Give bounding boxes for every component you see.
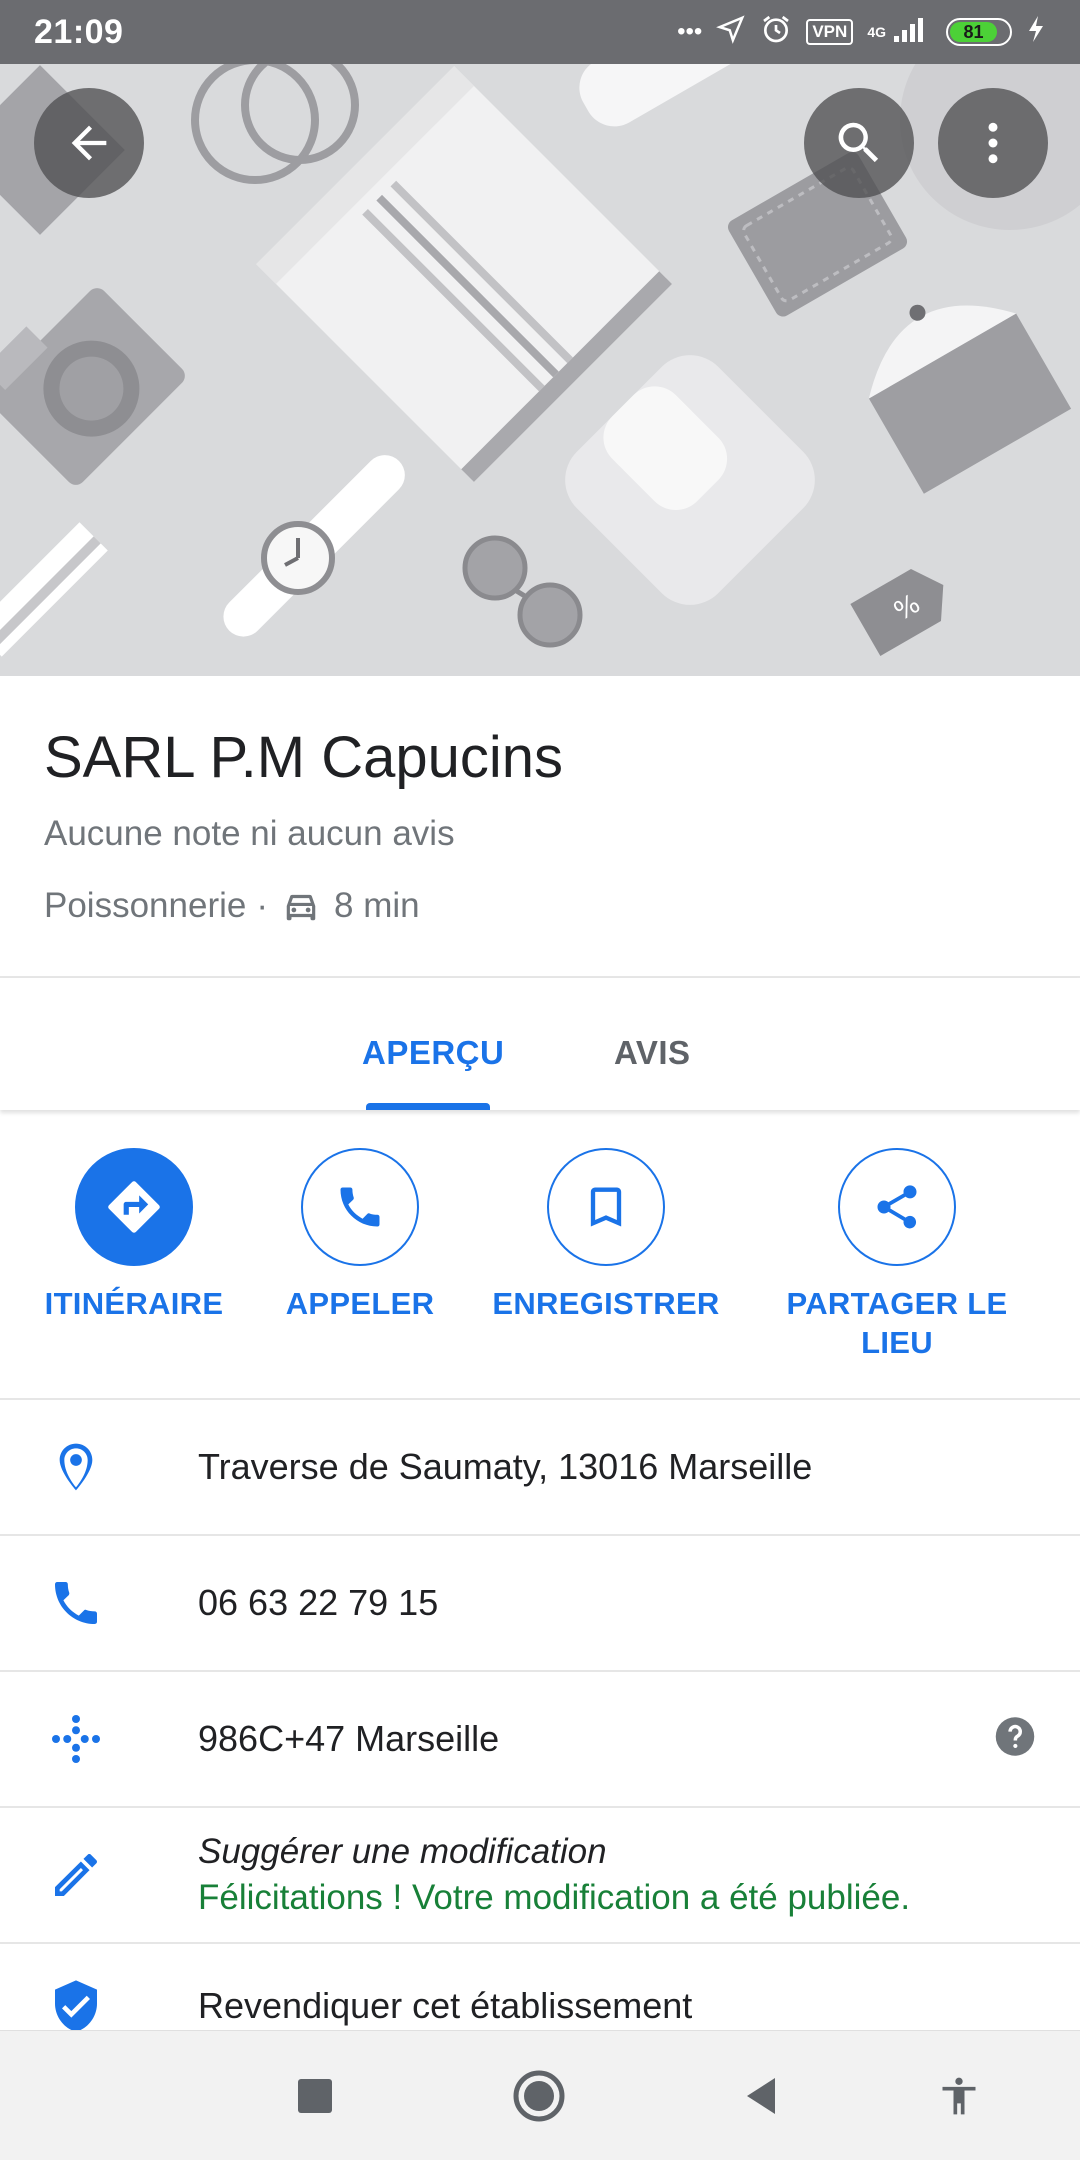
place-title: SARL P.M Capucins — [44, 725, 564, 790]
status-bar: 21:09 ••• VPN 4G 81 — [0, 0, 1080, 64]
tab-bar: APERÇU AVIS — [0, 978, 1080, 1110]
tab-apercu[interactable]: APERÇU — [362, 1034, 504, 1072]
suggest-success: Félicitations ! Votre modification a été… — [198, 1878, 911, 1917]
share-circle — [838, 1148, 956, 1266]
signal-icon — [892, 14, 932, 51]
recents-button[interactable] — [284, 2065, 346, 2127]
suggest-edit-row[interactable]: Suggérer une modification Félicitations … — [0, 1808, 1080, 1942]
placeholder-illustration: % — [0, 0, 1080, 676]
search-icon — [838, 122, 879, 163]
share-button[interactable]: PARTAGER LE LIEU — [772, 1148, 1022, 1362]
battery-level: 81 — [963, 21, 984, 42]
suggest-title: Suggérer une modification — [198, 1832, 607, 1871]
verified-shield-icon — [44, 1974, 108, 2030]
search-button[interactable] — [804, 88, 914, 198]
back-arrow-icon — [71, 125, 107, 161]
status-icons: ••• VPN 4G 81 — [677, 13, 1046, 52]
save-circle — [547, 1148, 665, 1266]
location-arrow-icon — [716, 14, 746, 51]
directions-label: ITINÉRAIRE — [44, 1286, 224, 1321]
more-vert-icon — [988, 122, 998, 164]
plus-code-text: 986C+47 Marseille — [198, 1718, 500, 1759]
share-icon — [877, 1185, 917, 1229]
home-button[interactable] — [508, 2065, 570, 2127]
suggest-text-block: Suggérer une modification Félicitations … — [198, 1832, 910, 1918]
back-button[interactable] — [34, 88, 144, 198]
phone-row[interactable]: 06 63 22 79 15 — [0, 1536, 1080, 1670]
system-nav-bar — [0, 2030, 1080, 2160]
address-text: Traverse de Saumaty, 13016 Marseille — [198, 1446, 813, 1487]
separator-dot: · — [256, 886, 268, 925]
status-time: 21:09 — [34, 12, 124, 51]
tab-avis[interactable]: AVIS — [614, 1034, 691, 1072]
claim-row[interactable]: Revendiquer cet établissement — [0, 1944, 1080, 2030]
charging-icon — [1026, 14, 1046, 51]
save-button[interactable]: ENREGISTRER — [486, 1148, 726, 1323]
accessibility-button[interactable] — [928, 2065, 990, 2127]
bookmark-icon — [590, 1187, 622, 1227]
claim-text: Revendiquer cet établissement — [198, 1985, 693, 2026]
battery-icon: 81 — [946, 18, 1012, 46]
more-dots-icon: ••• — [677, 18, 703, 45]
save-label: ENREGISTRER — [492, 1286, 720, 1321]
alarm-icon — [760, 13, 792, 52]
call-circle — [301, 1148, 419, 1266]
plus-code-row[interactable]: 986C+47 Marseille — [0, 1672, 1080, 1806]
directions-circle — [75, 1148, 193, 1266]
back-nav-button[interactable] — [730, 2065, 792, 2127]
help-icon[interactable] — [994, 1716, 1036, 1763]
location-pin-icon — [44, 1435, 108, 1499]
share-label: PARTAGER LE LIEU — [786, 1286, 1008, 1360]
home-circle-icon — [513, 2070, 565, 2122]
place-header: SARL P.M Capucins Aucune note ni aucun a… — [0, 676, 1080, 976]
call-button[interactable]: APPELER — [262, 1148, 458, 1323]
category-row: Poissonnerie · 8 min — [44, 886, 420, 926]
drive-time: 8 min — [334, 886, 420, 925]
directions-button[interactable]: ITINÉRAIRE — [36, 1148, 232, 1323]
network-label: 4G — [867, 24, 886, 40]
back-triangle-icon — [747, 2078, 775, 2114]
phone-icon — [44, 1571, 108, 1635]
place-category: Poissonnerie — [44, 886, 247, 925]
action-row: ITINÉRAIRE APPELER ENREGISTRER PARTAGER … — [0, 1112, 1080, 1400]
accessibility-icon — [942, 2077, 976, 2115]
directions-icon — [108, 1181, 160, 1233]
rating-text: Aucune note ni aucun avis — [44, 814, 455, 853]
call-label: APPELER — [285, 1286, 435, 1321]
square-icon — [298, 2079, 332, 2113]
vpn-badge: VPN — [806, 19, 854, 45]
address-row[interactable]: Traverse de Saumaty, 13016 Marseille — [0, 1400, 1080, 1534]
hero-illustration: % — [0, 0, 1080, 676]
pencil-icon — [44, 1843, 108, 1907]
more-options-button[interactable] — [938, 88, 1048, 198]
phone-text: 06 63 22 79 15 — [198, 1582, 439, 1623]
plus-code-icon — [44, 1707, 108, 1771]
tab-active-indicator — [366, 1103, 490, 1110]
car-icon — [282, 887, 320, 925]
phone-icon — [340, 1187, 380, 1227]
